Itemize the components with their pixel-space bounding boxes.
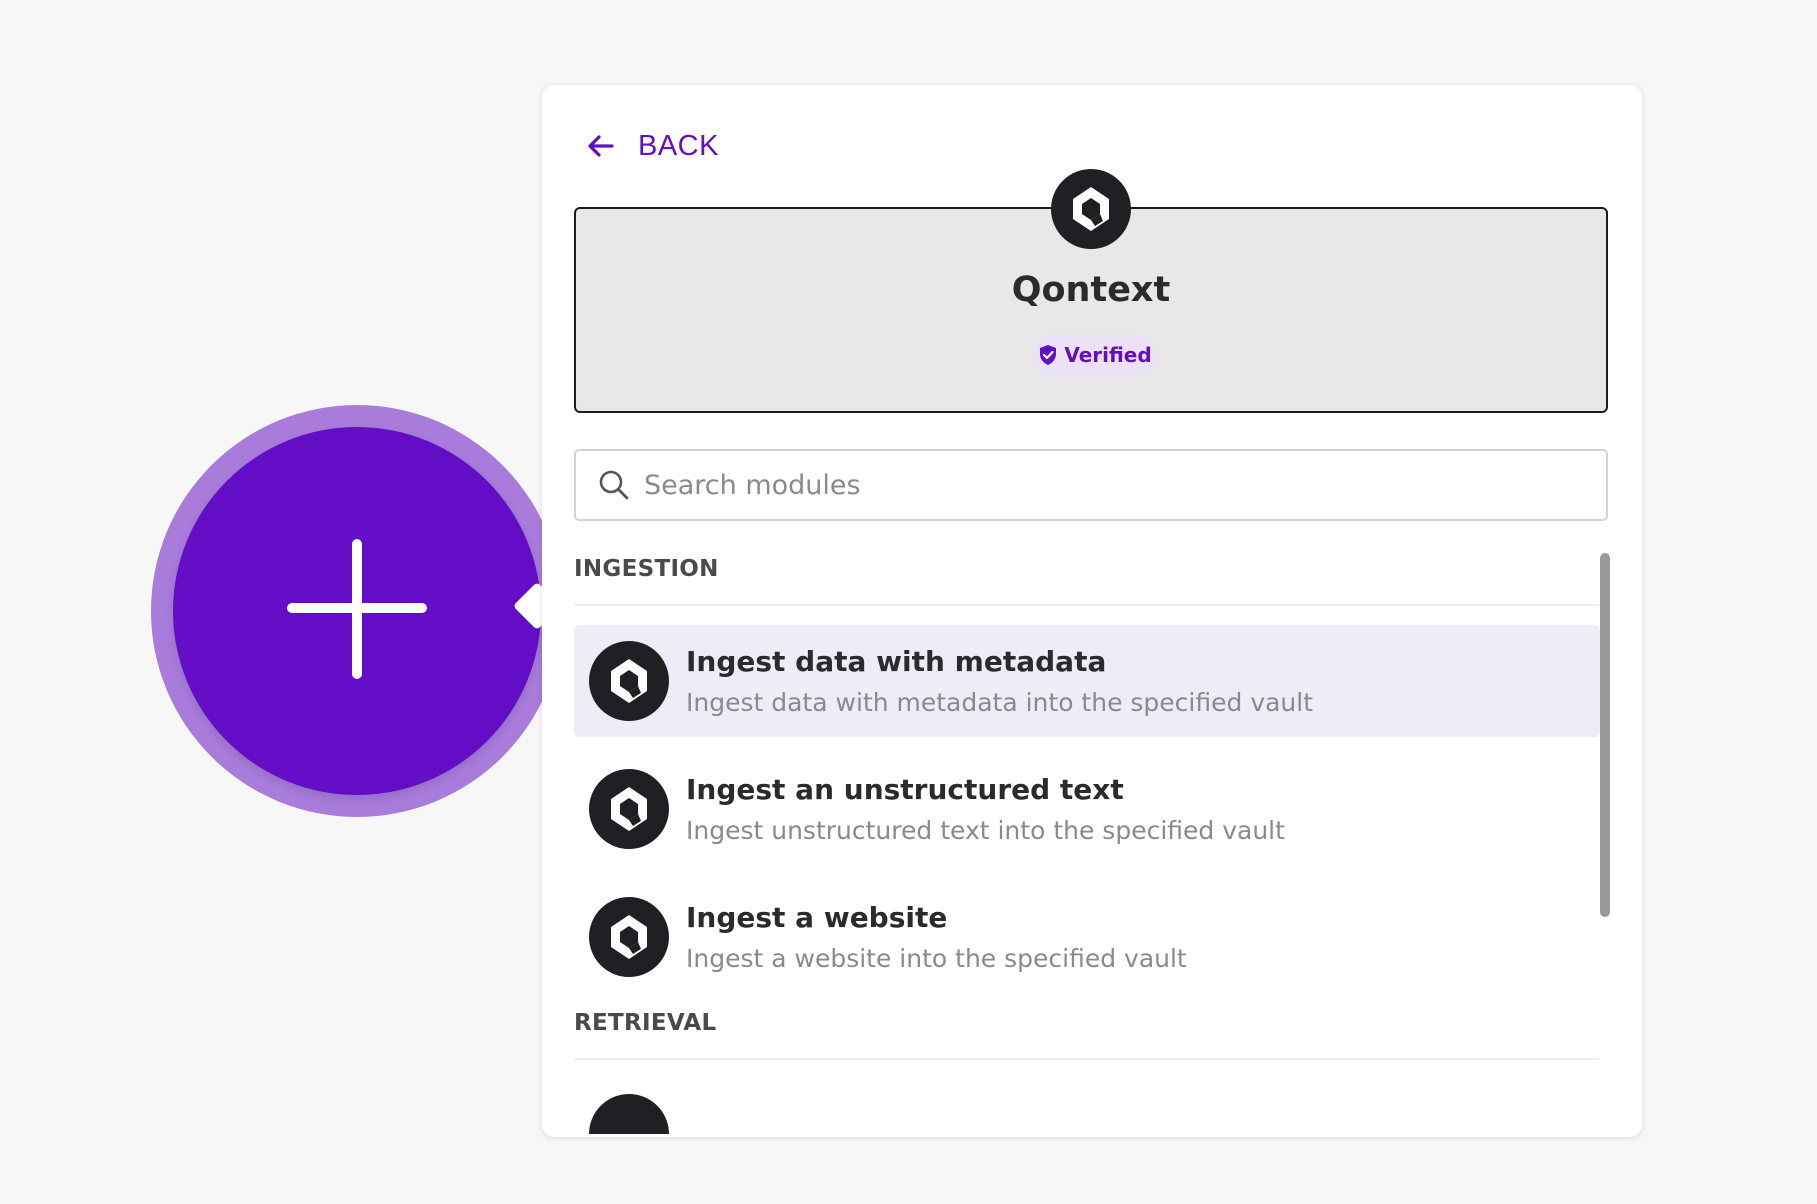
qontext-logo-icon [589,1094,669,1134]
section-divider [574,604,1599,606]
qontext-logo-icon [589,897,669,977]
back-label: BACK [638,129,719,162]
search-icon [599,470,629,500]
qontext-logo-icon [589,641,669,721]
shield-check-icon [1040,345,1057,365]
qontext-logo-icon [589,769,669,849]
arrow-left-icon [588,135,614,157]
module-title: Ingest an unstructured text [686,773,1124,806]
module-item-ingest-data-with-metadata[interactable]: Ingest data with metadata Ingest data wi… [574,625,1600,737]
module-title: Ingest data with metadata [686,645,1107,678]
section-title-ingestion: INGESTION [574,556,719,582]
search-input[interactable] [644,451,1584,519]
scrollbar-thumb[interactable] [1600,553,1610,917]
module-description: Ingest a website into the specified vaul… [686,944,1187,973]
module-title: Ingest a website [686,901,948,934]
module-description: Ingest unstructured text into the specif… [686,816,1285,845]
module-item-partial[interactable] [589,1094,669,1134]
qontext-logo-icon [1051,169,1131,249]
section-divider [574,1058,1599,1060]
plus-icon-bar [287,603,427,613]
module-item-ingest-website[interactable]: Ingest a website Ingest a website into t… [574,881,1600,993]
module-description: Ingest data with metadata into the speci… [686,688,1314,717]
verified-label: Verified [1064,343,1152,367]
app-name: Qontext [1011,270,1171,310]
stage: BACK Qontext Verified INGESTION [0,0,1817,1204]
search-box [574,449,1608,521]
module-item-ingest-unstructured-text[interactable]: Ingest an unstructured text Ingest unstr… [574,753,1600,865]
section-title-retrieval: RETRIEVAL [574,1010,717,1036]
back-button[interactable]: BACK [586,126,719,166]
verified-badge: Verified [1033,334,1157,376]
